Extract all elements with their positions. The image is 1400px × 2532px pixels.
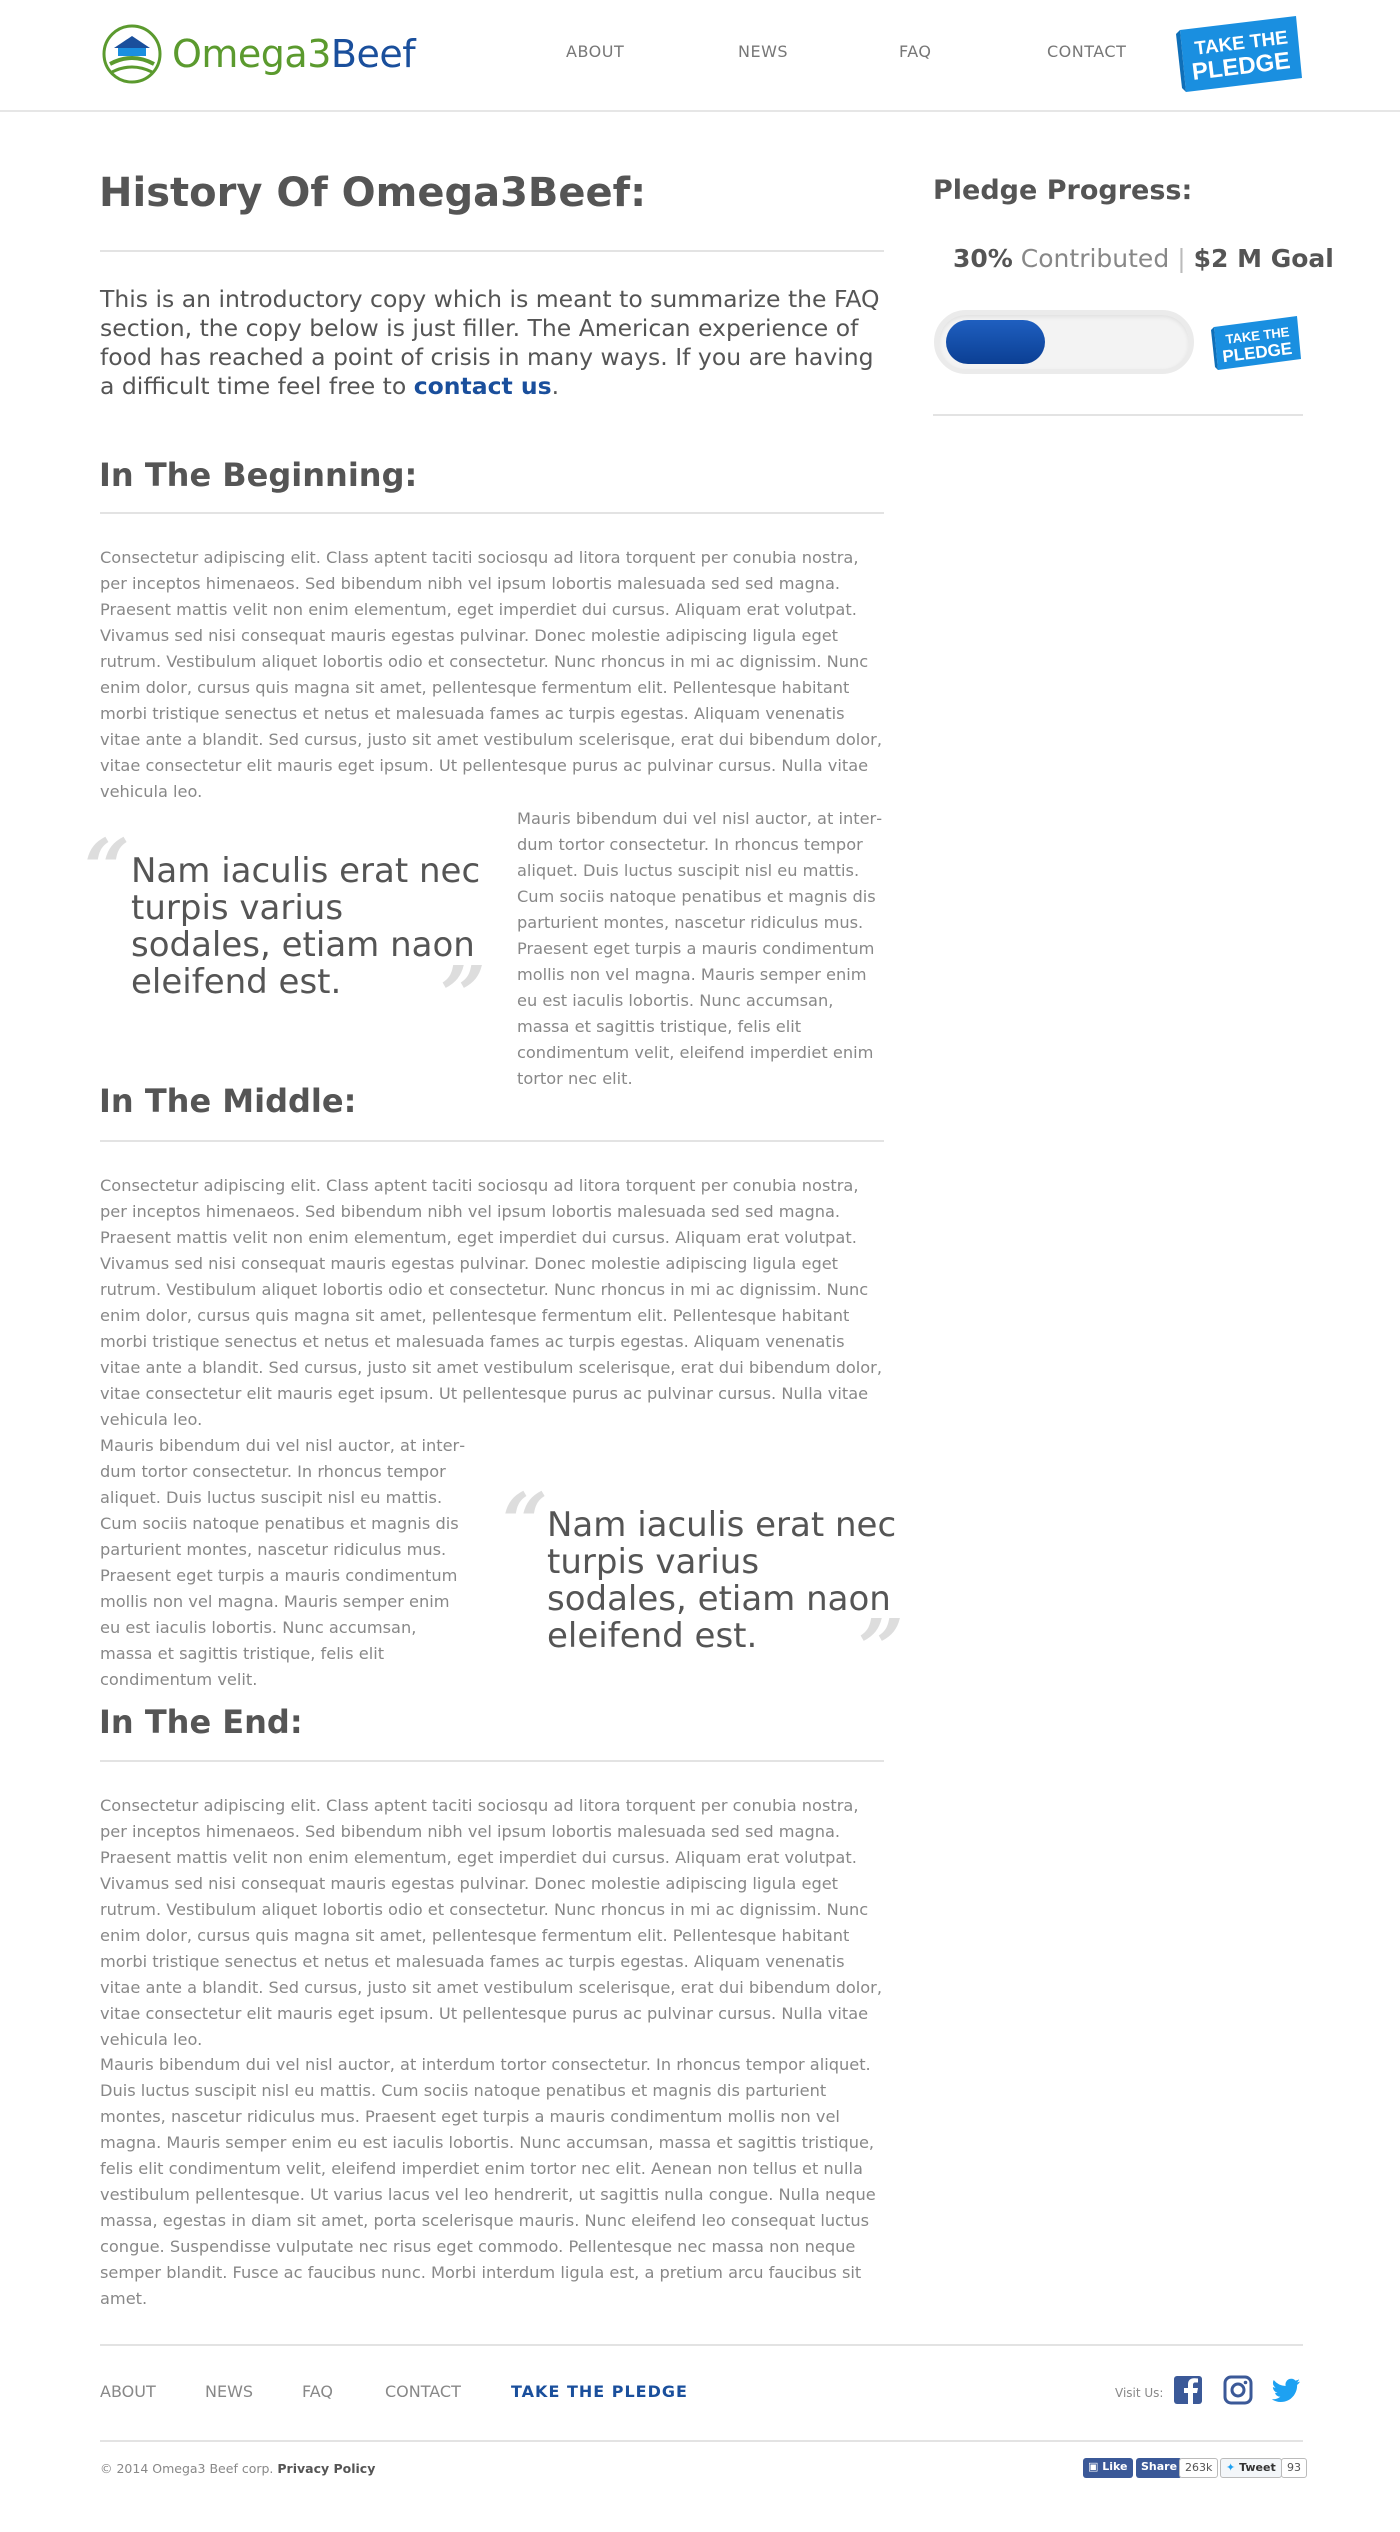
section-paragraph-2: Mauris bibendum dui vel nisl auctor, at …: [100, 2055, 876, 2308]
divider: [933, 414, 1303, 416]
take-the-pledge-small-button[interactable]: TAKE THE PLEDGE: [1211, 313, 1303, 371]
section-paragraph: Consectetur adipiscing elit. Class apten…: [100, 548, 882, 801]
footer-link-contact[interactable]: CONTACT: [385, 2382, 461, 2401]
close-quote-icon: ”: [440, 948, 487, 1042]
pull-quote: Nam iaculis erat nec turpis varius sodal…: [547, 1505, 897, 1656]
nav-news[interactable]: NEWS: [738, 42, 788, 61]
footer-link-news[interactable]: NEWS: [205, 2382, 253, 2401]
logo-text-beef: Beef: [330, 32, 416, 76]
visit-us-label: Visit Us:: [1115, 2386, 1164, 2400]
twitter-icon[interactable]: [1270, 2374, 1302, 2406]
section-title-end: In The End:: [99, 1703, 303, 1741]
divider: [100, 1140, 884, 1142]
nav-about[interactable]: ABOUT: [566, 42, 624, 61]
progress-goal: $2 M Goal: [1193, 244, 1334, 273]
separator: |: [1177, 244, 1186, 273]
pledge-progress-title: Pledge Progress:: [933, 175, 1193, 206]
logo-icon: [100, 22, 164, 86]
footer-divider: [100, 2344, 1303, 2346]
section-title-beginning: In The Beginning:: [99, 456, 418, 494]
footer-link-faq[interactable]: FAQ: [302, 2382, 333, 2401]
copyright: © 2014 Omega3 Beef corp. Privacy Policy: [100, 2461, 375, 2476]
tweet-button[interactable]: ✦ Tweet: [1220, 2458, 1282, 2478]
divider: [100, 250, 884, 252]
side-paragraph: Mauris bibendum dui vel nisl auctor, at …: [517, 809, 883, 1088]
copyright-text: © 2014 Omega3 Beef corp.: [100, 2461, 274, 2476]
site-header: Omega3Beef ABOUT NEWS FAQ CONTACT TAKE T…: [0, 0, 1400, 112]
instagram-icon[interactable]: [1222, 2374, 1254, 2406]
facebook-share-button[interactable]: Share: [1136, 2458, 1183, 2478]
logo-text: Omega3Beef: [172, 32, 416, 76]
like-label: Like: [1102, 2460, 1128, 2473]
side-paragraph: Mauris bibendum dui vel nisl auctor, at …: [100, 1436, 466, 1689]
tweet-count: 93: [1281, 2458, 1307, 2478]
open-quote-icon: “: [502, 1475, 549, 1569]
tweet-label: Tweet: [1239, 2461, 1276, 2474]
close-quote-icon: ”: [858, 1601, 905, 1695]
nav-faq[interactable]: FAQ: [899, 42, 932, 61]
take-the-pledge-button[interactable]: TAKE THE PLEDGE: [1176, 12, 1306, 92]
progress-summary: 30% Contributed | $2 M Goal: [953, 244, 1334, 273]
facebook-count: 263k: [1179, 2458, 1219, 2478]
contact-us-link[interactable]: contact us: [414, 372, 552, 400]
section-paragraph: Consectetur adipiscing elit. Class apten…: [100, 1796, 882, 2049]
progress-contributed-label: Contributed: [1020, 244, 1170, 273]
footer-link-take-the-pledge[interactable]: TAKE THE PLEDGE: [511, 2382, 688, 2401]
facebook-like-button[interactable]: ▣ Like: [1083, 2458, 1133, 2478]
section-title-middle: In The Middle:: [99, 1082, 357, 1120]
tweet-bird-icon: ✦: [1226, 2461, 1236, 2474]
logo-text-omega: Omega3: [172, 32, 331, 76]
open-quote-icon: “: [84, 821, 131, 915]
progress-percent: 30%: [953, 244, 1013, 273]
page-title: History Of Omega3Beef:: [99, 170, 647, 216]
progress-fill: [946, 320, 1045, 364]
pull-quote: Nam iaculis erat nec turpis varius sodal…: [131, 851, 481, 1002]
facebook-icon[interactable]: [1172, 2374, 1204, 2406]
divider: [100, 1760, 884, 1762]
footer-divider-bottom: [100, 2440, 1303, 2442]
divider: [100, 512, 884, 514]
intro-paragraph: This is an introductory copy which is me…: [100, 285, 884, 401]
intro-end: .: [551, 372, 560, 400]
privacy-policy-link[interactable]: Privacy Policy: [277, 2461, 375, 2476]
nav-contact[interactable]: CONTACT: [1047, 42, 1126, 61]
section-paragraph: Consectetur adipiscing elit. Class apten…: [100, 1176, 882, 1429]
pledge-progress-bar: [934, 310, 1194, 374]
logo[interactable]: Omega3Beef: [100, 22, 416, 86]
footer-link-about[interactable]: ABOUT: [100, 2382, 156, 2401]
